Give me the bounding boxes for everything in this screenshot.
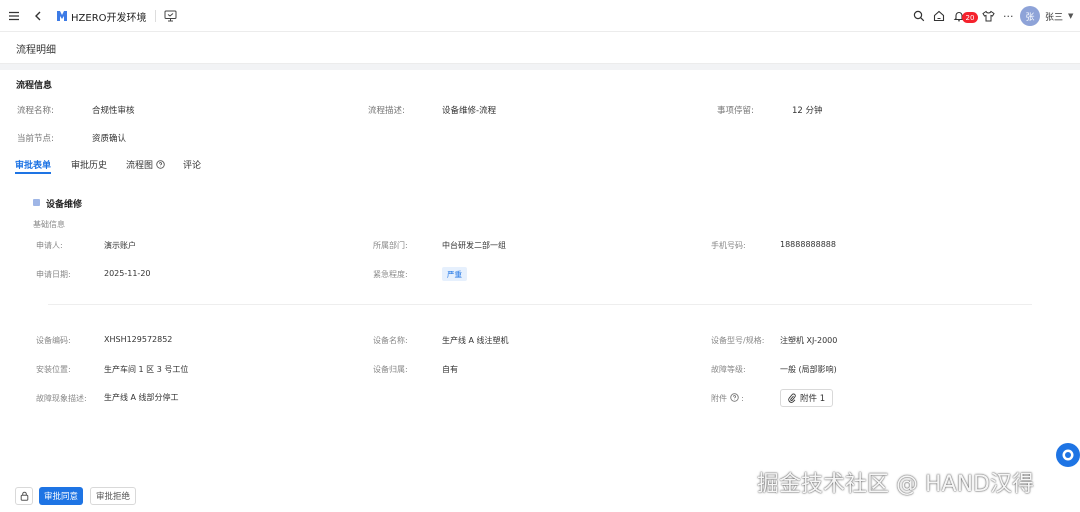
- phone-value: 18888888888: [780, 240, 836, 249]
- process-desc-label: 流程描述:: [368, 106, 405, 116]
- app-title: HZERO开发环境: [71, 12, 147, 24]
- phone-label: 手机号码:: [711, 241, 746, 250]
- fault-desc-label: 故障现象描述:: [36, 394, 87, 403]
- paperclip-icon: [788, 393, 796, 403]
- reject-button[interactable]: 审批拒绝: [90, 487, 137, 505]
- attachment-label-text: 附件: [711, 394, 727, 403]
- search-icon[interactable]: [913, 0, 925, 32]
- more-icon[interactable]: ···: [1003, 0, 1014, 32]
- chevron-down-icon[interactable]: ▼: [1068, 0, 1073, 32]
- chat-float-button[interactable]: [1056, 443, 1080, 467]
- location-value: 生产车间 1 区 3 号工位: [104, 365, 189, 374]
- page-title: 流程明细: [16, 45, 56, 56]
- equip-model-value: 注塑机 XJ-2000: [780, 336, 838, 345]
- stay-time-value: 12 分钟: [792, 106, 823, 116]
- divider: [155, 10, 156, 22]
- equip-name-label: 设备名称:: [373, 336, 408, 345]
- apply-date-label: 申请日期:: [36, 270, 71, 279]
- form-title: 设备维修: [46, 200, 83, 210]
- username[interactable]: 张三: [1045, 0, 1063, 32]
- attachment-button-label: 附件 1: [800, 394, 826, 404]
- fault-level-value: 一般 (局部影响): [780, 365, 837, 374]
- process-name-label: 流程名称:: [17, 106, 54, 116]
- menu-icon[interactable]: [8, 0, 20, 32]
- equip-name-value: 生产线 A 线注塑机: [442, 336, 509, 345]
- tab-flow-chart[interactable]: 流程图: [126, 158, 165, 171]
- fault-level-label: 故障等级:: [711, 365, 746, 374]
- tab-flow-chart-label: 流程图: [126, 161, 154, 171]
- equip-code-value: XHSH129572852: [104, 335, 173, 344]
- section-divider: [48, 304, 1032, 305]
- logo-icon: [56, 0, 68, 32]
- basic-info-title: 基础信息: [33, 220, 65, 229]
- process-info-title: 流程信息: [16, 81, 53, 91]
- urgency-label: 紧急程度:: [373, 270, 408, 279]
- tab-approval-history[interactable]: 审批历史: [71, 158, 107, 171]
- shirt-icon[interactable]: [982, 0, 995, 32]
- chat-icon: [1062, 449, 1074, 461]
- stay-time-label: 事项停留:: [717, 106, 754, 116]
- applicant-label: 申请人:: [36, 241, 63, 250]
- help-icon: [729, 393, 739, 402]
- lock-icon: [20, 491, 28, 501]
- attachment-label: 附件 :: [711, 393, 744, 403]
- notification-badge: 20: [962, 12, 978, 23]
- flag-icon: [33, 199, 40, 206]
- applicant-value: 演示账户: [104, 241, 136, 250]
- ownership-label: 设备归属:: [373, 365, 408, 374]
- screen-icon[interactable]: [164, 0, 177, 32]
- page-header: 流程明细: [0, 32, 1080, 64]
- current-node-value: 资质确认: [92, 134, 127, 144]
- urgency-tag: 严重: [442, 267, 467, 281]
- location-label: 安装位置:: [36, 365, 71, 374]
- equip-model-label: 设备型号/规格:: [711, 336, 765, 345]
- tab-comments[interactable]: 评论: [183, 158, 201, 171]
- home-icon[interactable]: [933, 0, 945, 32]
- equip-code-label: 设备编码:: [36, 336, 71, 345]
- avatar[interactable]: 张: [1020, 6, 1040, 26]
- content-card: 流程信息 流程名称: 合规性审核 流程描述: 设备维修-流程 事项停留: 12 …: [0, 70, 1080, 480]
- fault-desc-value: 生产线 A 线部分停工: [104, 393, 179, 402]
- current-node-label: 当前节点:: [17, 134, 54, 144]
- back-icon[interactable]: [33, 0, 43, 32]
- process-name-value: 合规性审核: [92, 106, 135, 116]
- tab-approval-form[interactable]: 审批表单: [15, 158, 51, 171]
- ownership-value: 自有: [442, 365, 458, 374]
- dept-label: 所属部门:: [373, 241, 408, 250]
- approve-button[interactable]: 审批同意: [39, 487, 84, 505]
- attachment-button[interactable]: 附件 1: [780, 389, 834, 407]
- help-icon: [156, 160, 165, 169]
- apply-date-value: 2025-11-20: [104, 269, 151, 278]
- tab-active-indicator: [15, 172, 51, 174]
- watermark: 掘金技术社区 @ HAND汉得: [757, 472, 1034, 497]
- dept-value: 中台研发二部一组: [442, 241, 506, 250]
- top-bar: HZERO开发环境 20 ··· 张 张三 ▼: [0, 0, 1080, 32]
- process-desc-value: 设备维修-流程: [442, 106, 497, 116]
- lock-button[interactable]: [15, 487, 33, 505]
